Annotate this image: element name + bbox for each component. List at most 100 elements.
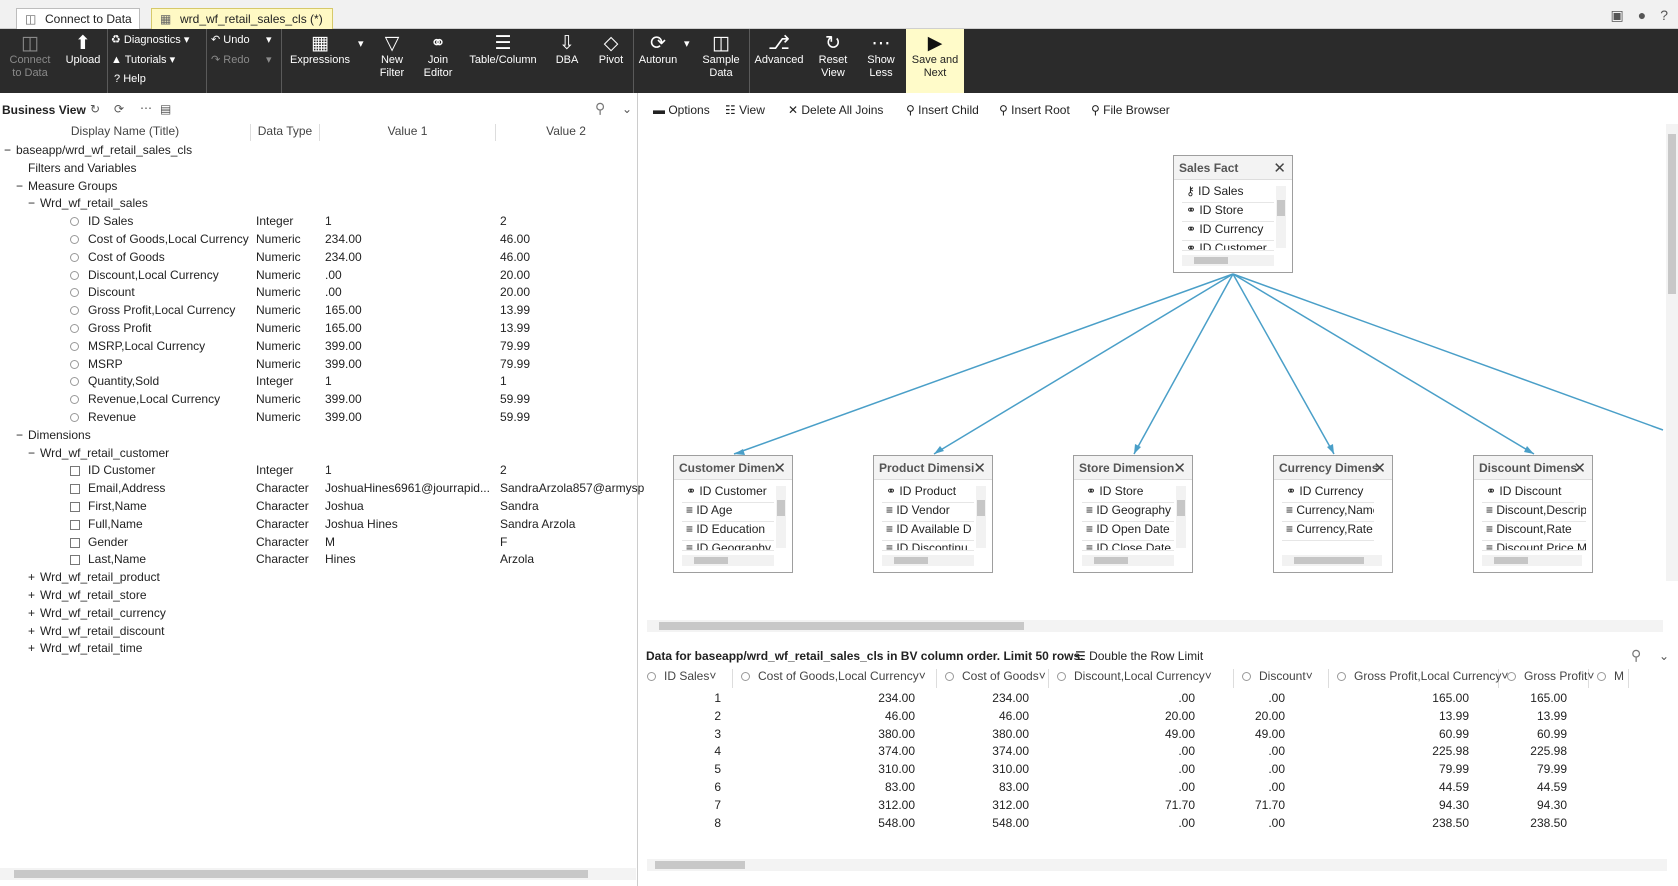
- insert-child-button[interactable]: ⚲ Insert Child: [906, 103, 979, 117]
- vertical-scrollbar[interactable]: [1176, 486, 1186, 548]
- close-icon[interactable]: ✕: [1573, 459, 1586, 477]
- tree-row[interactable]: Gross Profit,Local Currency Numeric 165.00…: [0, 301, 636, 320]
- redo-button[interactable]: ↷ Redo: [211, 53, 250, 66]
- field-item[interactable]: ≡ ID Available D: [882, 522, 974, 541]
- chevron-down-icon[interactable]: ˅: [1205, 669, 1212, 683]
- join-line[interactable]: [933, 273, 1234, 455]
- close-icon[interactable]: ✕: [1373, 459, 1386, 477]
- expand-icon[interactable]: +: [28, 588, 35, 602]
- chevron-down-icon[interactable]: ⌄: [622, 102, 632, 116]
- scrollbar-thumb[interactable]: [894, 557, 928, 564]
- scrollbar-thumb[interactable]: [977, 500, 985, 516]
- tree-row[interactable]: First,Name Character Joshua Sandra: [0, 497, 636, 516]
- options-button[interactable]: ▬ Options: [653, 103, 710, 117]
- show-less-button[interactable]: ⋯ Show Less: [860, 29, 902, 93]
- scrollbar-thumb[interactable]: [659, 622, 1024, 630]
- field-item[interactable]: ⚭ ID Product: [882, 484, 974, 503]
- tree-row[interactable]: Revenue Numeric 399.00 59.99: [0, 408, 636, 427]
- horizontal-scrollbar[interactable]: [882, 555, 974, 566]
- table-product-dimension[interactable]: Product Dimensi ✕ ⚭ ID Product ≡ ID Vend…: [873, 455, 993, 573]
- field-item[interactable]: ≡ ID Age: [682, 503, 774, 522]
- field-item[interactable]: ≡ ID Vendor: [882, 503, 974, 522]
- field-item[interactable]: ≡ ID Geography: [1082, 503, 1174, 522]
- tree-row[interactable]: Discount,Local Currency Numeric .00 20.00: [0, 266, 636, 285]
- field-item[interactable]: ≡ ID Discontinu: [882, 541, 974, 551]
- scrollbar-thumb[interactable]: [1177, 500, 1185, 516]
- sync-icon[interactable]: ⟳: [114, 102, 124, 116]
- column-header-data-type[interactable]: Data Type: [251, 124, 320, 141]
- expand-icon[interactable]: +: [28, 641, 35, 655]
- horizontal-scrollbar[interactable]: [1282, 555, 1382, 566]
- tree-row[interactable]: Email,Address Character JoshuaHines6961@jo…: [0, 479, 644, 498]
- scrollbar-thumb[interactable]: [1194, 257, 1228, 264]
- tree-row[interactable]: + Wrd_wf_retail_store: [0, 586, 636, 605]
- collapse-icon[interactable]: −: [16, 179, 23, 193]
- help-icon[interactable]: ?: [1660, 7, 1668, 24]
- table-discount-dimension[interactable]: Discount Dimens ✕ ⚭ ID Discount ≡ Discou…: [1473, 455, 1593, 573]
- more-dots-icon[interactable]: ⋯: [140, 101, 152, 115]
- help-button[interactable]: ? Help: [114, 73, 146, 85]
- grid-horizontal-scrollbar[interactable]: [647, 859, 1667, 871]
- tree-row[interactable]: − Dimensions: [0, 426, 636, 445]
- field-item[interactable]: ≡ ID Education: [682, 522, 774, 541]
- tree-row[interactable]: Filters and Variables: [0, 159, 636, 178]
- horizontal-scrollbar[interactable]: [1082, 555, 1174, 566]
- column-header-value-1[interactable]: Value 1: [320, 124, 496, 141]
- tree-row[interactable]: Discount Numeric .00 20.00: [0, 283, 636, 302]
- join-line[interactable]: [733, 273, 1234, 455]
- tree-row[interactable]: Gross Profit Numeric 165.00 13.99: [0, 319, 636, 338]
- collapse-icon[interactable]: −: [16, 428, 23, 442]
- dba-button[interactable]: ⇩ DBA: [548, 29, 586, 93]
- chevron-down-icon[interactable]: ˅: [1039, 669, 1046, 683]
- join-diagram-canvas[interactable]: Sales Fact ✕ ⚷ ID Sales ⚭ ID Store ⚭ ID …: [639, 124, 1678, 724]
- field-item[interactable]: ≡ Currency,Name: [1282, 503, 1374, 522]
- close-icon[interactable]: ✕: [773, 459, 786, 477]
- field-item[interactable]: ⚭ ID Customer: [1182, 241, 1274, 251]
- tree-row[interactable]: MSRP,Local Currency Numeric 399.00 79.99: [0, 337, 636, 356]
- join-line[interactable]: [1232, 273, 1535, 455]
- expand-icon[interactable]: +: [28, 624, 35, 638]
- field-item[interactable]: ⚭ ID Currency: [1282, 484, 1374, 503]
- grid-column-header[interactable]: Discount˅: [1234, 669, 1329, 688]
- grid-column-header[interactable]: Gross Profit˅: [1499, 669, 1594, 688]
- tree-row[interactable]: − Wrd_wf_retail_customer: [0, 444, 636, 463]
- expand-icon[interactable]: +: [28, 570, 35, 584]
- tree-row[interactable]: Full,Name Character Joshua Hines Sandra Arz…: [0, 515, 636, 534]
- field-item[interactable]: ≡ ID Open Date: [1082, 522, 1174, 541]
- tree-row[interactable]: + Wrd_wf_retail_currency: [0, 604, 636, 623]
- canvas-vertical-scrollbar[interactable]: [1666, 124, 1678, 581]
- table-currency-dimension[interactable]: Currency Dimens ✕ ⚭ ID Currency ≡ Curren…: [1273, 455, 1393, 573]
- field-item[interactable]: ⚭ ID Store: [1082, 484, 1174, 503]
- upload-button[interactable]: ⬆ Upload: [60, 29, 106, 93]
- tree-row[interactable]: ID Customer Integer 1 2: [0, 461, 636, 480]
- close-icon[interactable]: ✕: [1173, 459, 1186, 477]
- scrollbar-thumb[interactable]: [1294, 557, 1364, 564]
- view-button[interactable]: ☷ View: [725, 103, 765, 117]
- join-line[interactable]: [1232, 273, 1664, 431]
- expand-icon[interactable]: +: [28, 606, 35, 620]
- close-icon[interactable]: ✕: [1273, 159, 1286, 177]
- horizontal-scrollbar[interactable]: [682, 555, 774, 566]
- tree-row[interactable]: − Wrd_wf_retail_sales: [0, 194, 636, 213]
- print-icon[interactable]: ▤: [160, 102, 171, 116]
- collapse-icon[interactable]: −: [28, 446, 35, 460]
- scrollbar-thumb[interactable]: [1094, 557, 1128, 564]
- redo-dropdown[interactable]: ▾: [266, 53, 272, 66]
- chevron-down-icon[interactable]: ˅: [919, 669, 926, 683]
- chevron-down-icon[interactable]: ˅: [1306, 669, 1313, 683]
- tree-row[interactable]: + Wrd_wf_retail_product: [0, 568, 636, 587]
- autorun-dropdown[interactable]: ▾: [684, 37, 690, 50]
- reset-view-button[interactable]: ↻ Reset View: [812, 29, 854, 93]
- field-item[interactable]: ⚭ ID Customer: [682, 484, 774, 503]
- tutorials-button[interactable]: ▲ Tutorials ▾: [111, 53, 175, 66]
- sample-data-button[interactable]: ◫ Sample Data: [698, 29, 744, 93]
- new-filter-button[interactable]: ▽ New Filter: [374, 29, 410, 93]
- horizontal-scrollbar[interactable]: [1182, 255, 1274, 266]
- table-sales-fact[interactable]: Sales Fact ✕ ⚷ ID Sales ⚭ ID Store ⚭ ID …: [1173, 155, 1293, 273]
- scrollbar-thumb[interactable]: [655, 861, 745, 869]
- connect-to-data-button[interactable]: ◫ Connect to Data: [4, 29, 56, 93]
- table-store-dimension[interactable]: Store Dimension ✕ ⚭ ID Store ≡ ID Geogra…: [1073, 455, 1193, 573]
- tree-row[interactable]: + Wrd_wf_retail_discount: [0, 622, 636, 641]
- scrollbar-thumb[interactable]: [1494, 557, 1528, 564]
- close-icon[interactable]: ✕: [973, 459, 986, 477]
